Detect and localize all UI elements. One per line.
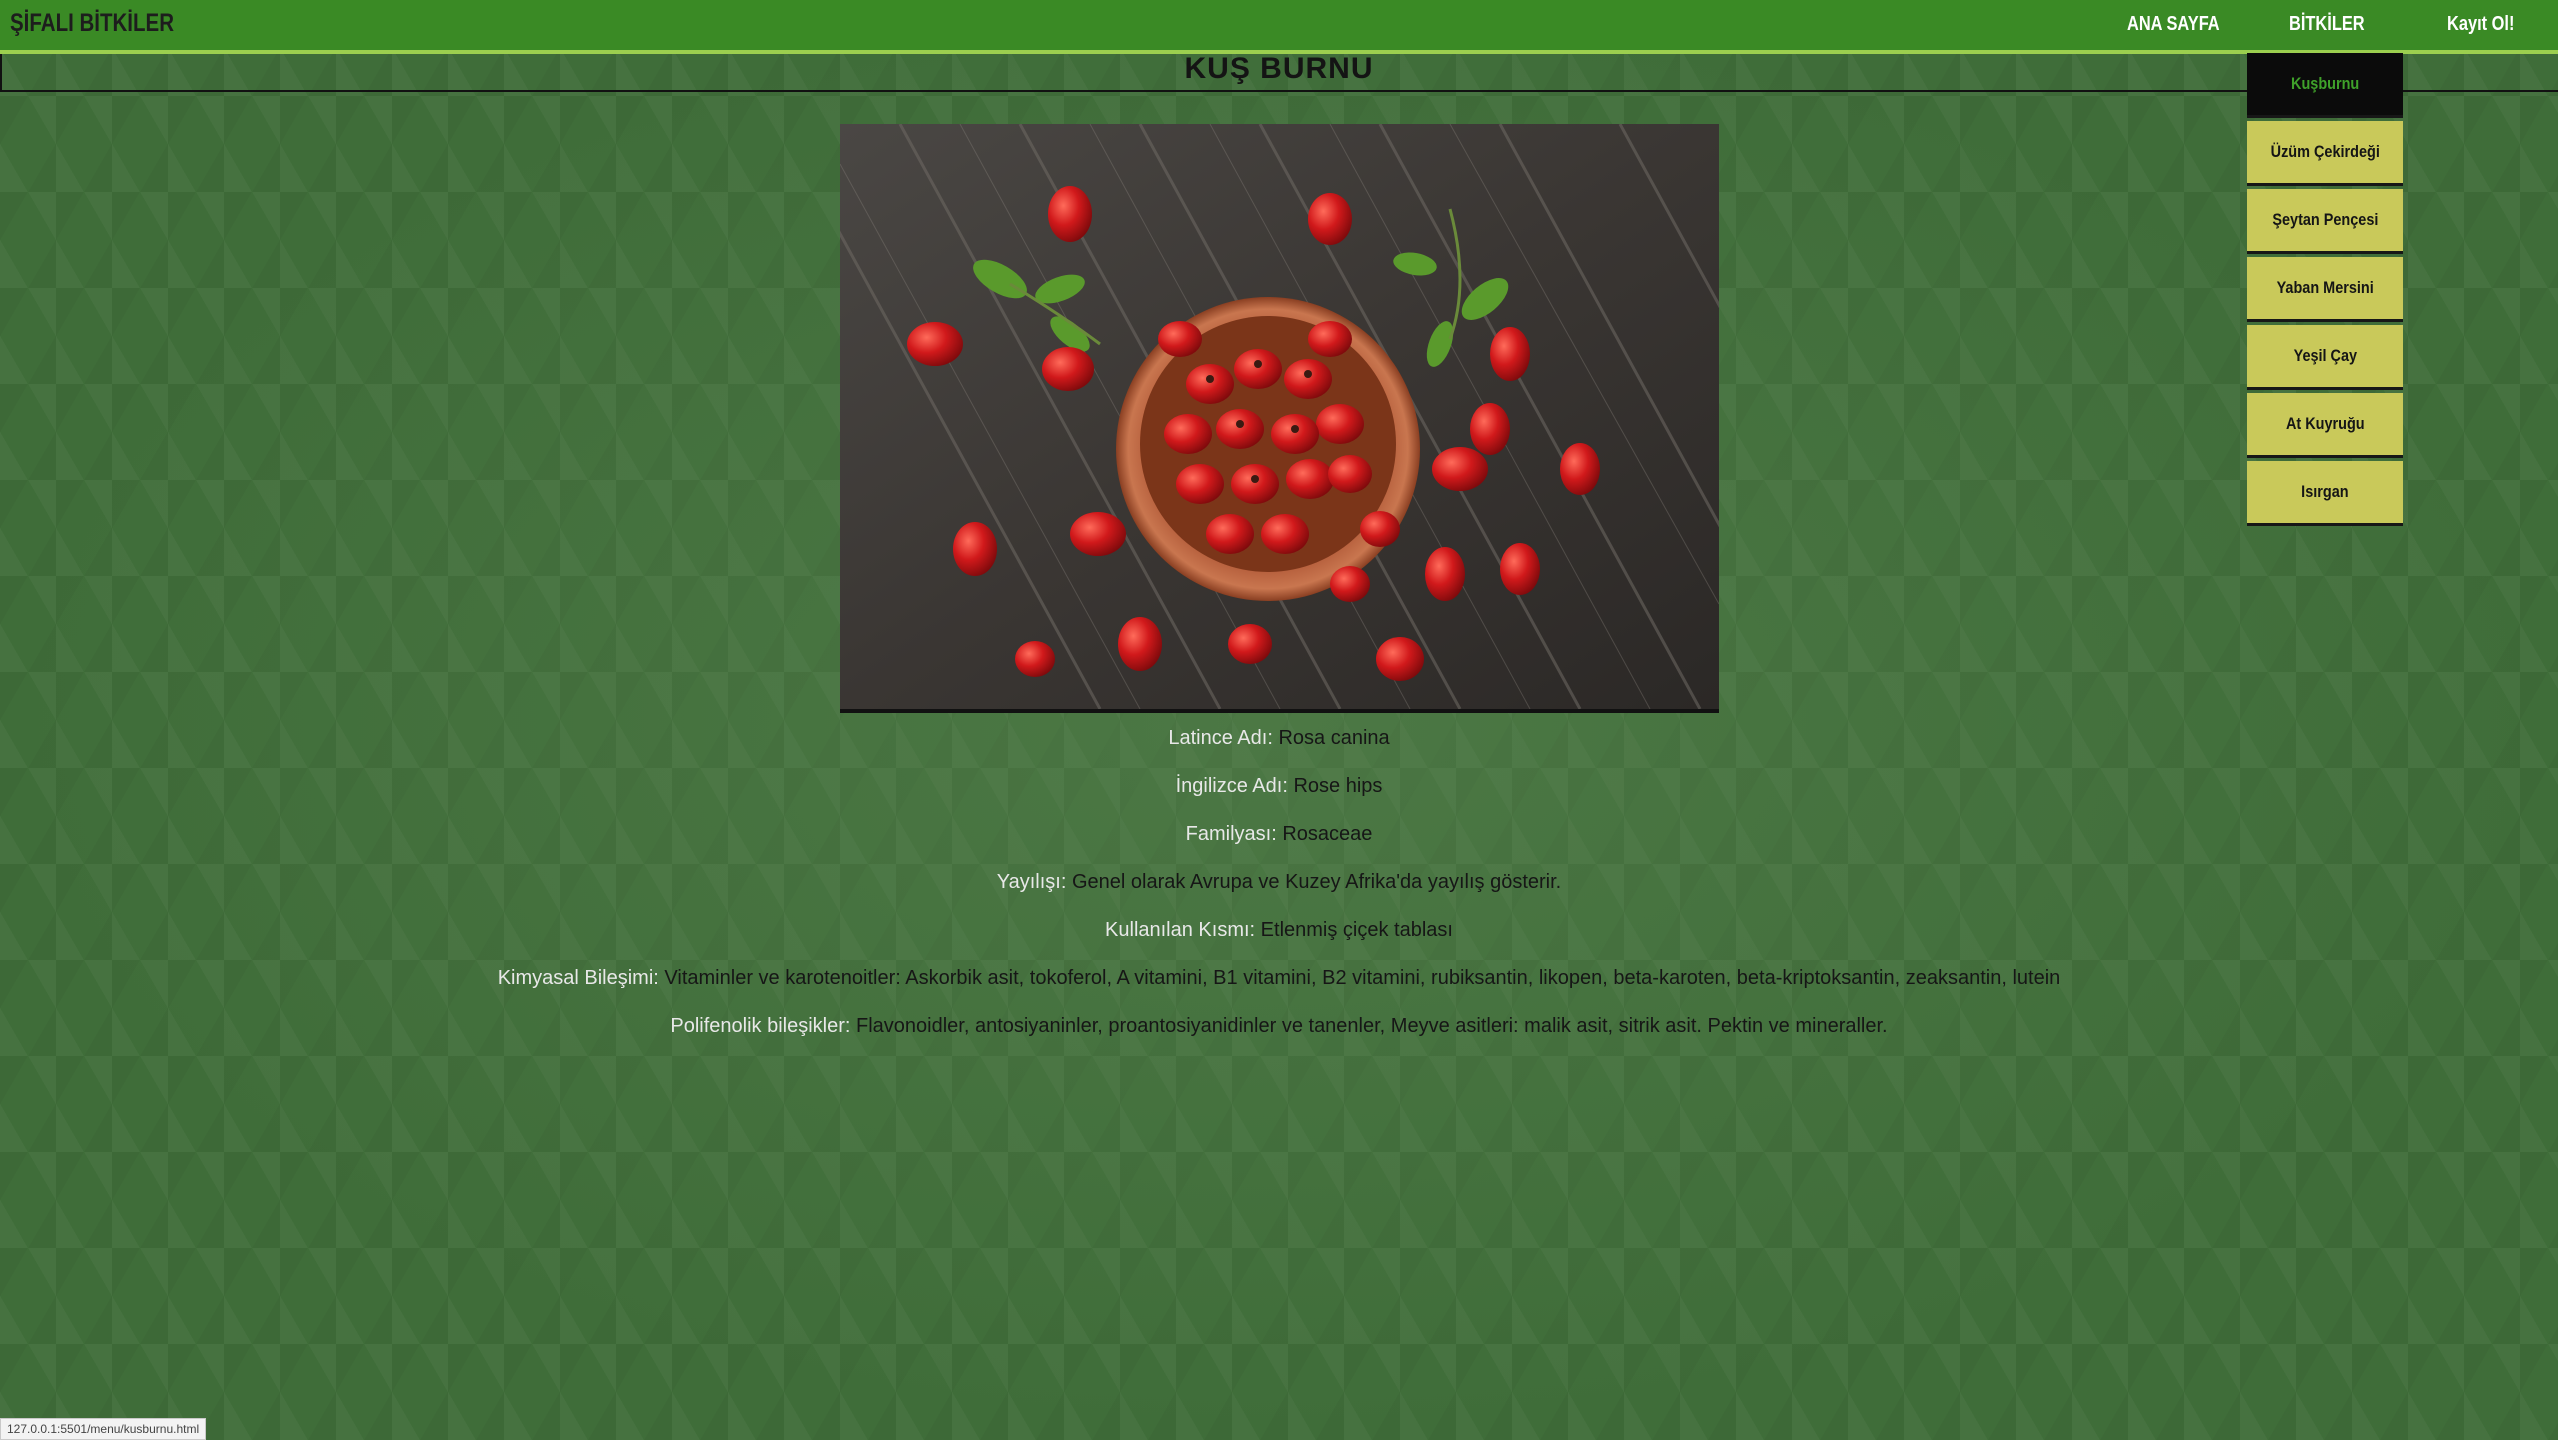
- info-label: Latince Adı:: [1168, 727, 1273, 749]
- info-value: Vitaminler ve karotenoitler: Askorbik as…: [664, 967, 2061, 989]
- page-title: KUŞ BURNU: [1184, 52, 1374, 85]
- nav-register-link[interactable]: Kayıt Ol!: [2447, 13, 2514, 36]
- dropdown-item-label: Yaban Mersini: [2276, 278, 2374, 297]
- nav-plants-link[interactable]: BİTKİLER: [2289, 13, 2365, 36]
- info-value: Rosaceae: [1282, 823, 1373, 845]
- info-chemical-composition: Kimyasal Bileşimi: Vitaminler ve karoten…: [0, 967, 2558, 990]
- info-value: Genel olarak Avrupa ve Kuzey Afrika'da y…: [1071, 871, 1562, 893]
- dropdown-item-label: Yeşil Çay: [2293, 346, 2357, 365]
- info-label: Kullanılan Kısmı:: [1105, 919, 1256, 941]
- info-value: Rose hips: [1293, 775, 1383, 797]
- plants-dropdown-menu: Kuşburnu Üzüm Çekirdeği Şeytan Pençesi Y…: [2247, 53, 2403, 529]
- info-label: Polifenolik bileşikler:: [670, 1015, 851, 1037]
- dropdown-item-yaban-mersini[interactable]: Yaban Mersini: [2247, 257, 2403, 322]
- dropdown-item-kusburnu[interactable]: Kuşburnu: [2247, 53, 2403, 118]
- info-distribution: Yayılışı: Genel olarak Avrupa ve Kuzey A…: [0, 871, 2558, 894]
- dropdown-item-label: Üzüm Çekirdeği: [2270, 142, 2380, 161]
- dropdown-item-yesil-cay[interactable]: Yeşil Çay: [2247, 325, 2403, 390]
- dropdown-item-uzum-cekirdegi[interactable]: Üzüm Çekirdeği: [2247, 121, 2403, 186]
- info-value: Rosa canina: [1278, 727, 1390, 749]
- info-english-name: İngilizce Adı: Rose hips: [0, 775, 2558, 798]
- top-navigation-bar: ŞİFALI BİTKİLER ANA SAYFA BİTKİLER Kayıt…: [0, 0, 2558, 54]
- dropdown-item-label: Şeytan Pençesi: [2271, 210, 2379, 229]
- dropdown-item-isirgan[interactable]: Isırgan: [2247, 461, 2403, 526]
- site-logo[interactable]: ŞİFALI BİTKİLER: [10, 9, 174, 38]
- rosehip-bowl-photo: [840, 124, 1719, 713]
- nav-home-link[interactable]: ANA SAYFA: [2127, 13, 2220, 36]
- dropdown-item-label: Kuşburnu: [2290, 74, 2360, 93]
- info-label: Yayılışı:: [996, 871, 1067, 893]
- rosehip-photo-art: [840, 124, 1719, 709]
- info-label: Familyası:: [1185, 823, 1277, 845]
- dropdown-item-label: At Kuyruğu: [2285, 414, 2365, 433]
- dropdown-item-label: Isırgan: [2301, 482, 2349, 501]
- status-bar-url: 127.0.0.1:5501/menu/kusburnu.html: [0, 1418, 207, 1440]
- dropdown-item-seytan-pencesi[interactable]: Şeytan Pençesi: [2247, 189, 2403, 254]
- info-polyphenolic-compounds: Polifenolik bileşikler: Flavonoidler, an…: [0, 1015, 2558, 1038]
- info-used-part: Kullanılan Kısmı: Etlenmiş çiçek tablası: [0, 919, 2558, 942]
- info-label: Kimyasal Bileşimi:: [497, 967, 659, 989]
- info-latin-name: Latince Adı: Rosa canina: [0, 727, 2558, 750]
- dropdown-item-at-kuyrugu[interactable]: At Kuyruğu: [2247, 393, 2403, 458]
- info-value: Flavonoidler, antosiyaninler, proantosiy…: [856, 1015, 1888, 1037]
- info-family: Familyası: Rosaceae: [0, 823, 2558, 846]
- info-label: İngilizce Adı:: [1175, 775, 1288, 797]
- info-value: Etlenmiş çiçek tablası: [1260, 919, 1453, 941]
